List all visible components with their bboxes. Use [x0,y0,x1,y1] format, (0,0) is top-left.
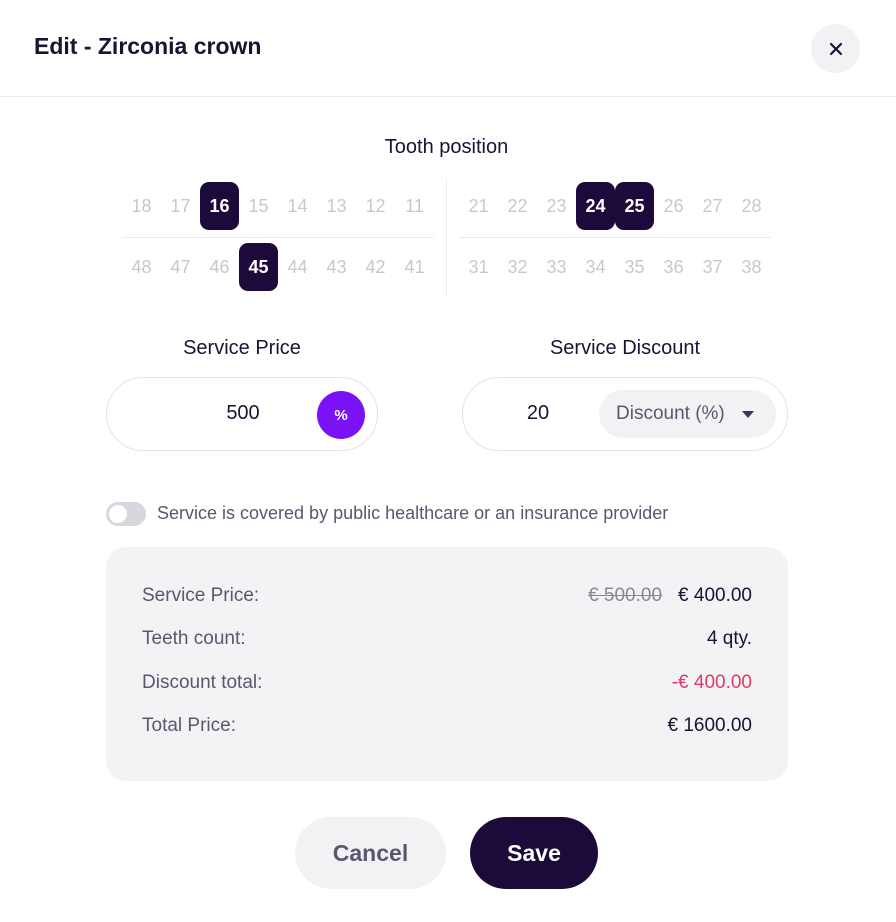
tooth-33[interactable]: 33 [537,243,576,291]
summary-row-service-price: Service Price: € 500.00 € 400.00 [142,585,752,611]
tooth-11[interactable]: 11 [395,182,434,230]
summary-row-discount-total: Discount total: -€ 400.00 [142,672,752,698]
toggle-knob [109,505,127,523]
tooth-44[interactable]: 44 [278,243,317,291]
summary-total-price-value: € 1600.00 [667,715,752,736]
cancel-button[interactable]: Cancel [295,817,446,889]
close-icon [829,42,842,55]
summary-row-teeth-count: Teeth count: 4 qty. [142,628,752,654]
discounted-price: € 400.00 [678,585,752,606]
lower-left-teeth: 31 32 33 34 35 36 37 38 [459,243,771,291]
tooth-25[interactable]: 25 [615,182,654,230]
chevron-down-icon [742,411,754,418]
tooth-15[interactable]: 15 [239,182,278,230]
service-price-label: Service Price [183,337,301,359]
dialog-header: Edit - Zirconia crown [0,0,896,97]
tooth-43[interactable]: 43 [317,243,356,291]
tooth-22[interactable]: 22 [498,182,537,230]
coverage-label: Service is covered by public healthcare … [157,503,669,523]
discount-type-select[interactable]: Discount (%) [599,390,776,438]
summary-teeth-count-label: Teeth count: [142,628,246,649]
summary-teeth-count-value: 4 qty. [706,628,752,649]
tooth-48[interactable]: 48 [122,243,161,291]
price-summary: Service Price: € 500.00 € 400.00 Teeth co… [106,547,788,781]
original-price: € 500.00 [588,585,663,606]
tooth-31[interactable]: 31 [459,243,498,291]
tooth-16[interactable]: 16 [200,182,239,230]
tooth-37[interactable]: 37 [693,243,732,291]
summary-service-price-value: € 500.00 € 400.00 [588,585,752,607]
service-discount-value[interactable]: 20 [503,402,573,425]
summary-discount-total-value: -€ 400.00 [671,672,752,693]
percent-icon: % [334,406,348,424]
tooth-42[interactable]: 42 [356,243,395,291]
summary-total-price-label: Total Price: [142,715,236,736]
tooth-28[interactable]: 28 [732,182,771,230]
row-divider-left [122,237,434,238]
tooth-41[interactable]: 41 [395,243,434,291]
tooth-27[interactable]: 27 [693,182,732,230]
tooth-21[interactable]: 21 [459,182,498,230]
save-button[interactable]: Save [470,817,598,889]
tooth-18[interactable]: 18 [122,182,161,230]
service-discount-input[interactable]: 20 Discount (%) [462,377,788,451]
tooth-34[interactable]: 34 [576,243,615,291]
row-divider-right [459,237,771,238]
tooth-13[interactable]: 13 [317,182,356,230]
tooth-35[interactable]: 35 [615,243,654,291]
service-price-input[interactable]: 500 % [106,377,378,451]
upper-right-teeth: 18 17 16 15 14 13 12 11 [122,182,434,230]
midline-divider [446,178,447,296]
tooth-46[interactable]: 46 [200,243,239,291]
summary-discount-total-label: Discount total: [142,672,263,693]
tooth-47[interactable]: 47 [161,243,200,291]
upper-left-teeth: 21 22 23 24 25 26 27 28 [459,182,771,230]
summary-row-total-price: Total Price: € 1600.00 [142,715,752,741]
coverage-toggle[interactable] [106,502,146,526]
tooth-26[interactable]: 26 [654,182,693,230]
tooth-23[interactable]: 23 [537,182,576,230]
service-discount-label: Service Discount [549,337,701,359]
discount-type-label: Discount (%) [616,403,725,424]
tooth-17[interactable]: 17 [161,182,200,230]
dialog-title: Edit - Zirconia crown [34,33,262,59]
summary-service-price-label: Service Price: [142,585,260,606]
tooth-36[interactable]: 36 [654,243,693,291]
tooth-position-label: Tooth position [384,136,509,158]
tooth-12[interactable]: 12 [356,182,395,230]
tooth-14[interactable]: 14 [278,182,317,230]
tooth-32[interactable]: 32 [498,243,537,291]
percent-toggle-button[interactable]: % [317,391,365,439]
tooth-38[interactable]: 38 [732,243,771,291]
tooth-45[interactable]: 45 [239,243,278,291]
tooth-24[interactable]: 24 [576,182,615,230]
close-button[interactable] [811,24,860,73]
lower-right-teeth: 48 47 46 45 44 43 42 41 [122,243,434,291]
